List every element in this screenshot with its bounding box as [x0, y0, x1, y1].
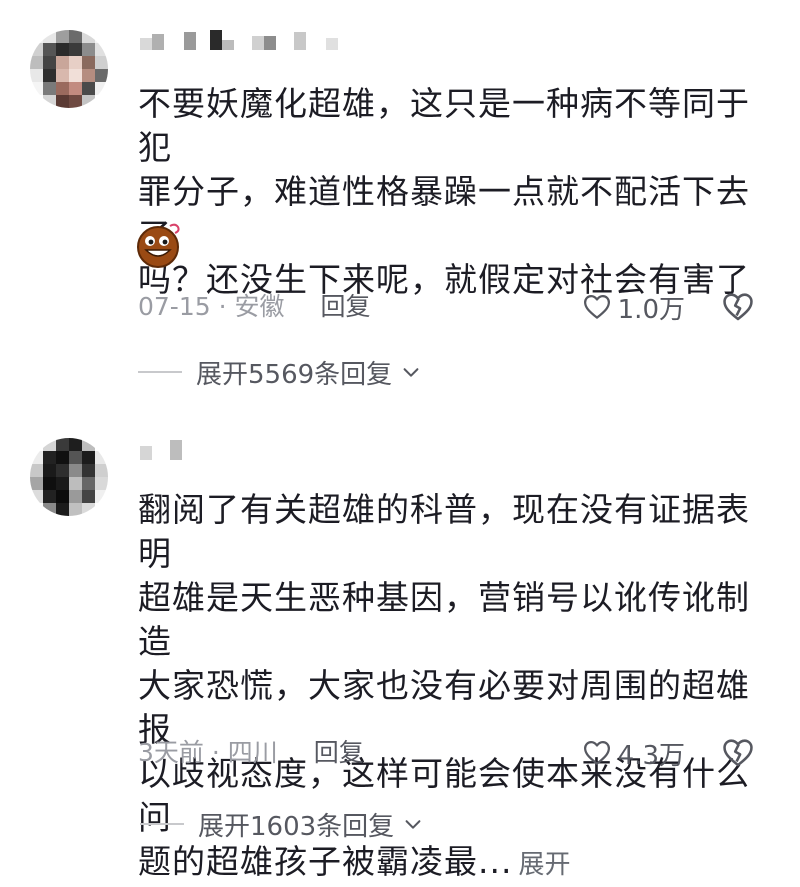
comment-meta: 3天前 · 四川 回复: [138, 733, 364, 773]
comment-date: 07-15: [138, 292, 211, 321]
avatar[interactable]: [30, 438, 108, 516]
like-button[interactable]: 1.0万: [582, 287, 685, 327]
replies-divider: [140, 823, 184, 825]
avatar[interactable]: [30, 30, 108, 108]
expand-replies-label: 展开1603条回复: [198, 811, 395, 842]
comment-text: 不要妖魔化超雄，这只是一种病不等同于犯 罪分子，难道性格暴躁一点就不配活下去了 …: [138, 84, 750, 299]
expand-replies-button[interactable]: 展开1603条回复: [140, 804, 424, 844]
meta-separator: ·: [218, 292, 227, 321]
reply-button[interactable]: 回复: [320, 292, 370, 321]
heart-icon: [583, 741, 610, 765]
comment-location: 安徽: [234, 292, 285, 321]
expand-replies-label: 展开5569条回复: [196, 359, 393, 390]
comment-date: 3天前: [138, 738, 204, 767]
meta-separator: ·: [211, 738, 220, 767]
like-count: 1.0万: [617, 294, 685, 325]
chevron-down-icon: [405, 820, 421, 829]
comment-location: 四川: [227, 738, 278, 767]
smiling-face-emoji-icon: [137, 223, 180, 268]
chevron-down-icon: [403, 368, 419, 377]
replies-divider: [138, 371, 182, 373]
expand-replies-button[interactable]: 展开5569条回复: [138, 352, 422, 392]
broken-heart-icon[interactable]: [721, 290, 755, 324]
like-button[interactable]: 4.3万: [582, 733, 685, 773]
like-count: 4.3万: [617, 740, 685, 771]
reply-button[interactable]: 回复: [314, 738, 364, 767]
broken-heart-icon[interactable]: [721, 736, 755, 770]
heart-icon: [583, 295, 610, 319]
expand-text-button[interactable]: 展开: [518, 850, 570, 880]
comment-meta: 07-15 · 安徽 回复: [138, 287, 371, 327]
